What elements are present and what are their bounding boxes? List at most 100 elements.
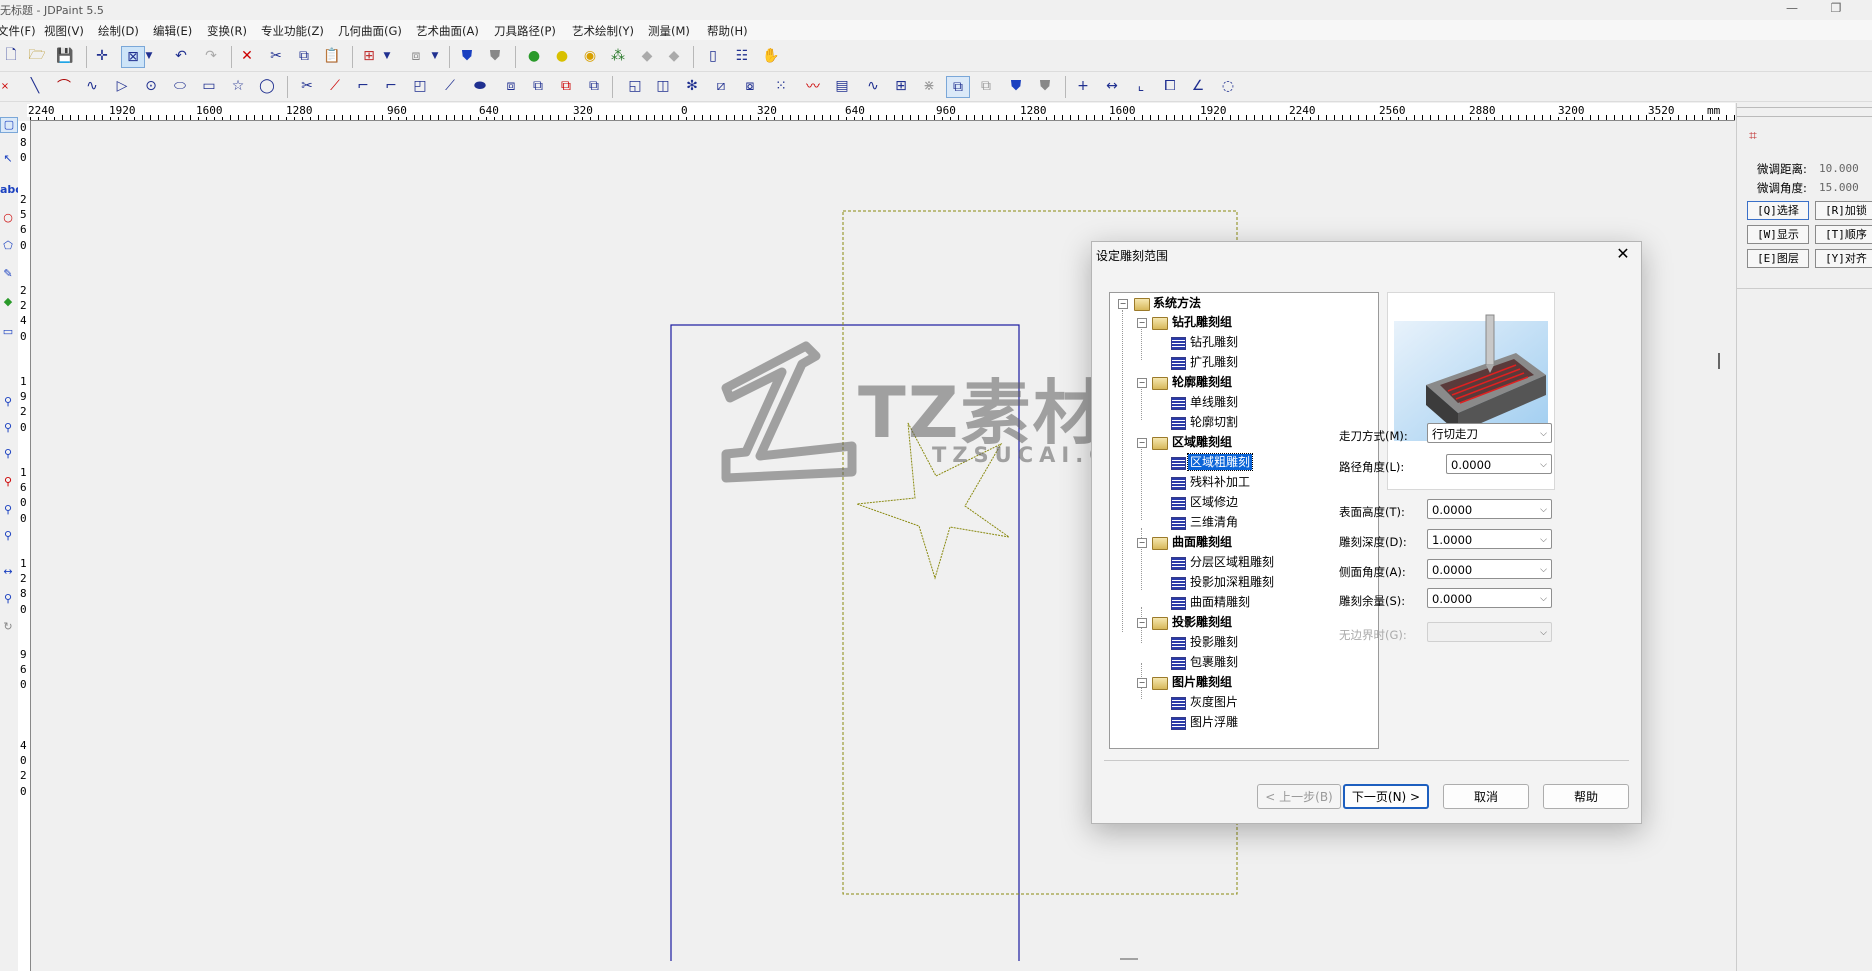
offset-box-icon[interactable]: ⧈ (500, 76, 522, 96)
merge-icon[interactable]: ⧉ (583, 76, 605, 96)
save-icon[interactable]: 💾 (54, 46, 76, 66)
circle-tool-icon[interactable]: ○ (0, 211, 16, 225)
menu-edit[interactable]: 编辑(E) (153, 23, 192, 39)
page-icon[interactable]: ▭ (0, 325, 16, 339)
panel-icon[interactable]: ⌗ (1749, 128, 1757, 144)
chamfer-icon[interactable]: ⌐ (380, 76, 402, 96)
layers-icon[interactable]: ▯ (702, 46, 724, 66)
bulb-group-icon[interactable]: ⁂ (607, 46, 629, 66)
menu-toolpath[interactable]: 刀具路径(P) (494, 23, 556, 39)
surface-height-input[interactable]: 0.0000 ⌵ (1427, 499, 1552, 519)
boolean-icon[interactable]: ⧉ (527, 76, 549, 96)
zoom-window-icon[interactable]: ⚲ (0, 503, 16, 517)
tree-group[interactable]: 曲面雕刻组 (1172, 534, 1232, 550)
bulb-green-icon[interactable]: ● (523, 46, 545, 66)
tree-item[interactable]: 扩孔雕刻 (1190, 354, 1238, 370)
select-icon[interactable]: ▢ (0, 117, 18, 133)
tree-item[interactable]: 三维清角 (1190, 514, 1238, 530)
zoom-tool-icon[interactable]: ⚲ (0, 592, 16, 606)
engrave-allowance-input[interactable]: 0.0000 ⌵ (1427, 588, 1552, 608)
dropdown-arrow-icon[interactable]: ▼ (144, 46, 154, 66)
line-icon[interactable]: ╲ (24, 76, 46, 96)
align-icon[interactable]: ◱ (624, 76, 646, 96)
undo-icon[interactable]: ↶ (170, 46, 192, 66)
dimension-icon[interactable]: ⌞ (1130, 76, 1152, 96)
text-icon[interactable]: abc (0, 183, 22, 197)
circle-icon[interactable]: ⊙ (140, 76, 162, 96)
menu-art-surface[interactable]: 艺术曲面(A) (416, 23, 479, 39)
menu-draw[interactable]: 绘制(D) (98, 23, 139, 39)
wave-icon[interactable]: 〰 (802, 76, 824, 96)
tree-item[interactable]: 区域修边 (1190, 494, 1238, 510)
polygon-icon[interactable]: ⬠ (0, 239, 16, 253)
stack-icon[interactable]: ⧇ (739, 76, 761, 96)
mirror-icon[interactable]: ◫ (652, 76, 674, 96)
cut-icon[interactable]: ✂ (265, 46, 287, 66)
copy-icon[interactable]: ⧉ (293, 46, 315, 66)
offset-icon[interactable]: ⟋ (439, 76, 461, 96)
corner-icon[interactable]: ◰ (409, 76, 431, 96)
lasso-icon[interactable]: ◌ (1217, 76, 1239, 96)
side-angle-input[interactable]: 0.0000 ⌵ (1427, 559, 1552, 579)
delete-icon[interactable]: ✕ (236, 46, 258, 66)
bulb-yellow-icon[interactable]: ● (551, 46, 573, 66)
tree-item-selected[interactable]: 区域粗雕刻 (1186, 453, 1254, 471)
tree-item[interactable]: 图片浮雕 (1190, 714, 1238, 730)
plus-icon[interactable]: + (1072, 76, 1094, 96)
grid-icon[interactable]: ⊞ (358, 46, 380, 66)
menu-help[interactable]: 帮助(H) (707, 23, 748, 39)
menu-surface[interactable]: 几何曲面(G) (338, 23, 402, 39)
array-icon[interactable]: ⧄ (710, 76, 732, 96)
menu-measure[interactable]: 测量(M) (648, 23, 690, 39)
point-icon[interactable]: × (0, 76, 16, 96)
grid-align-icon[interactable]: ⊞ (890, 76, 912, 96)
tree-item[interactable]: 残料补加工 (1190, 474, 1250, 490)
next-button[interactable]: 下一页(N) > (1343, 784, 1429, 809)
pan-icon[interactable]: ↔ (0, 565, 16, 579)
star-icon[interactable]: ☆ (227, 76, 249, 96)
menu-view[interactable]: 视图(V) (44, 23, 84, 39)
fill-icon[interactable]: ◆ (0, 295, 16, 309)
new-file-icon[interactable]: 🗋 (0, 46, 22, 66)
shield-icon[interactable]: ⛊ (1005, 76, 1027, 96)
toolpath-mode-select[interactable]: 行切走刀 ⌵ (1427, 423, 1552, 443)
paste-icon[interactable]: 📋 (321, 46, 343, 66)
tree-item[interactable]: 投影雕刻 (1190, 634, 1238, 650)
layer-button[interactable]: [E]图层 (1747, 249, 1809, 268)
crosshair-icon[interactable]: ✛ (91, 46, 113, 66)
lock-button[interactable]: [R]加锁 (1815, 201, 1872, 220)
rotate-icon[interactable]: ✻ (681, 76, 703, 96)
nav-left-icon[interactable]: ◆ (636, 46, 658, 66)
tree-item[interactable]: 灰度图片 (1190, 694, 1238, 710)
prev-button[interactable]: < 上一步(B) (1257, 784, 1341, 809)
ungroup-icon[interactable]: ⧉ (975, 76, 997, 96)
spline-icon[interactable]: ∿ (81, 76, 103, 96)
tree-item[interactable]: 曲面精雕刻 (1190, 594, 1250, 610)
zoom-all-icon[interactable]: ⚲ (0, 529, 16, 543)
dropdown-arrow-icon[interactable]: ▼ (430, 46, 440, 66)
menu-file[interactable]: 文件(F) (0, 23, 36, 39)
menu-art-draw[interactable]: 艺术绘制(Y) (572, 23, 634, 39)
tree-root[interactable]: 系统方法 (1153, 295, 1201, 311)
align-button[interactable]: [Y]对齐 (1815, 249, 1872, 268)
zoom-in-icon[interactable]: ⚲ (0, 421, 16, 435)
tree-item[interactable]: 分层区域粗雕刻 (1190, 554, 1274, 570)
show-button[interactable]: [W]显示 (1747, 225, 1809, 244)
zoom-fit-icon[interactable]: ⚲ (0, 475, 16, 489)
tree-group[interactable]: 区域雕刻组 (1172, 434, 1232, 450)
tree-item[interactable]: 包裹雕刻 (1190, 654, 1238, 670)
view-3d-icon[interactable]: ⧈ (405, 46, 427, 66)
order-button[interactable]: [T]顺序 (1815, 225, 1872, 244)
polyline-icon[interactable]: ▷ (111, 76, 133, 96)
tree-group[interactable]: 轮廓雕刻组 (1172, 374, 1232, 390)
tree-group[interactable]: 图片雕刻组 (1172, 674, 1232, 690)
path-angle-input[interactable]: 0.0000 ⌵ (1446, 454, 1552, 474)
box-dim-icon[interactable]: ⧠ (1159, 76, 1181, 96)
dropdown-arrow-icon[interactable]: ▼ (382, 46, 392, 66)
cancel-button[interactable]: 取消 (1443, 784, 1529, 809)
extend-icon[interactable]: ⟋ (324, 76, 346, 96)
menu-pro[interactable]: 专业功能(Z) (261, 23, 324, 39)
slot-icon[interactable]: ⬬ (469, 76, 491, 96)
bulbs-icon[interactable]: ◉ (579, 46, 601, 66)
engrave-depth-input[interactable]: 1.0000 ⌵ (1427, 529, 1552, 549)
